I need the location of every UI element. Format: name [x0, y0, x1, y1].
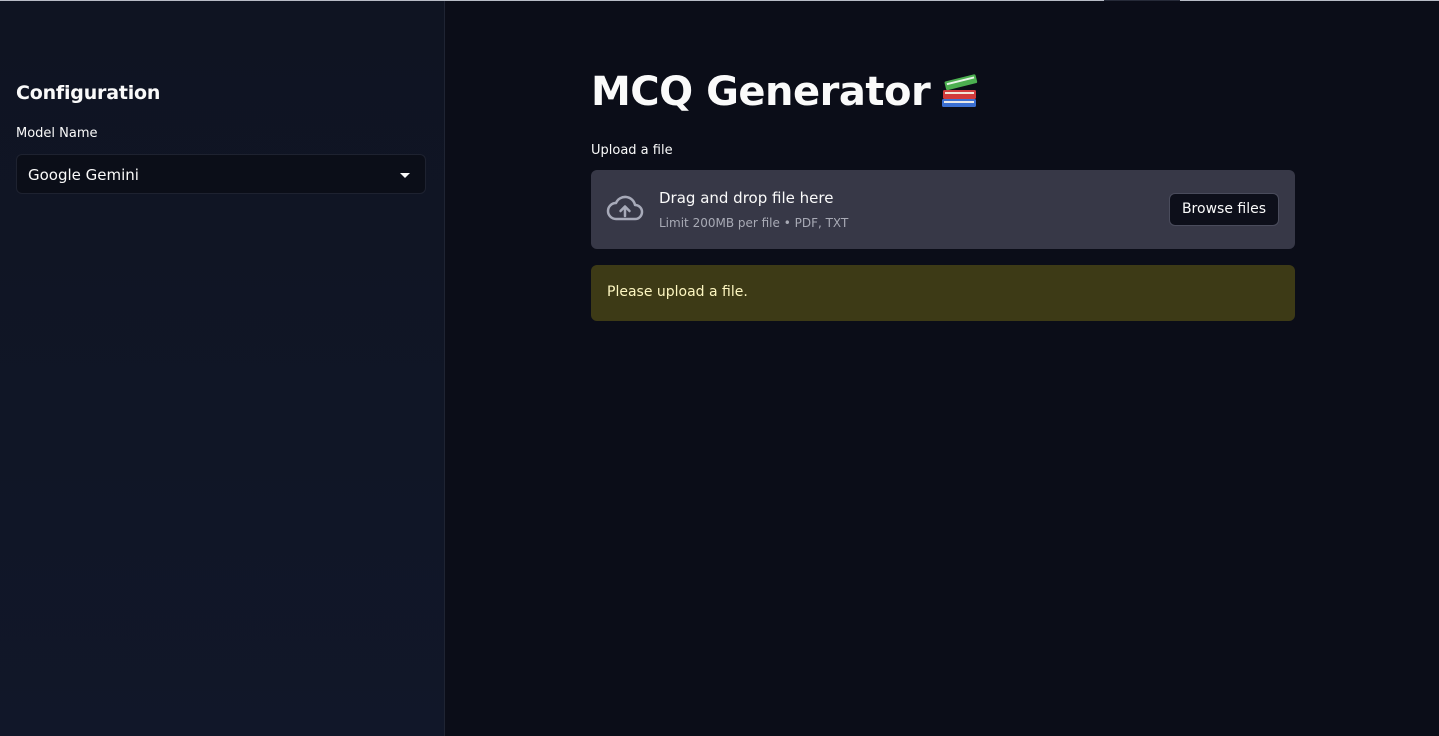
file-dropzone[interactable]: Drag and drop file here Limit 200MB per … — [591, 170, 1295, 249]
browse-files-button[interactable]: Browse files — [1168, 193, 1279, 226]
chevron-down-icon — [400, 173, 410, 178]
books-icon — [940, 71, 980, 109]
page-title-text: MCQ Generator — [591, 69, 931, 115]
dropzone-limit-text: Limit 200MB per file • PDF, TXT — [659, 216, 849, 230]
model-name-selected-value: Google Gemini — [28, 166, 139, 184]
page-title: MCQ Generator — [591, 69, 980, 115]
sidebar-title: Configuration — [16, 82, 161, 104]
upload-label: Upload a file — [591, 143, 673, 158]
app-window: Configuration Model Name Google Gemini M… — [0, 0, 1439, 736]
main-content: MCQ Generator Upload a file Drag and dro… — [445, 1, 1439, 736]
model-name-select[interactable]: Google Gemini — [16, 154, 426, 194]
dropzone-instruction: Drag and drop file here — [659, 189, 834, 207]
cloud-upload-icon — [606, 192, 644, 226]
sidebar: Configuration Model Name Google Gemini — [0, 1, 445, 736]
model-name-label: Model Name — [16, 126, 98, 141]
warning-message: Please upload a file. — [607, 284, 748, 300]
warning-alert: Please upload a file. — [591, 265, 1295, 321]
